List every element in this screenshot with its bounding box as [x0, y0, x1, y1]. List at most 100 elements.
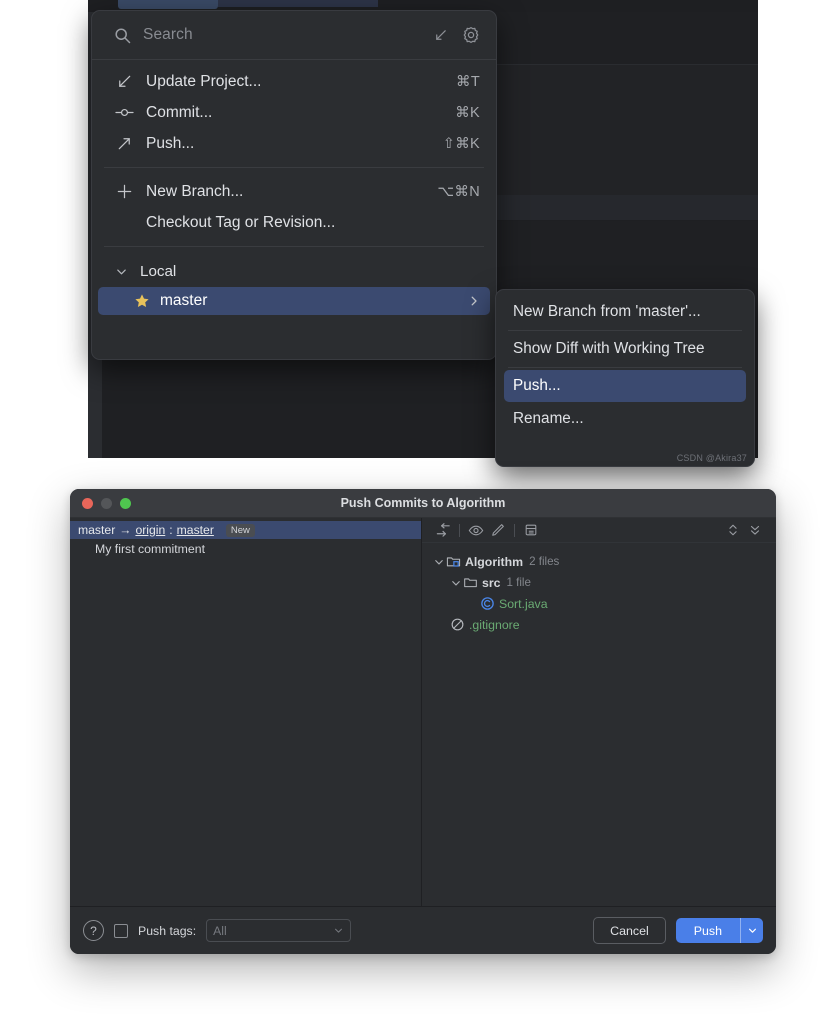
push-tags-select[interactable]: All	[206, 919, 352, 942]
diagonal-arrow-icon[interactable]	[429, 24, 451, 46]
menu-item-label: New Branch...	[146, 182, 244, 200]
menu-item-label: Push...	[146, 134, 195, 152]
local-branches-section: Local master	[92, 249, 496, 321]
push-tags-label: Push tags:	[138, 923, 197, 938]
separator-glyph: :	[169, 523, 173, 537]
ide-toolwindow-tab-secondary	[218, 0, 378, 7]
menu-item-shortcut: ⇧⌘K	[442, 135, 480, 152]
zoom-window-button[interactable]	[120, 497, 131, 509]
submenu-item-new-branch-from-master[interactable]: New Branch from 'master'...	[504, 296, 746, 328]
branch-search-input[interactable]: Search	[143, 26, 420, 44]
new-badge: New	[225, 523, 255, 537]
dialog-body: master → origin : master New My first co…	[70, 518, 776, 906]
menu-item-shortcut: ⌥⌘N	[437, 183, 480, 200]
menu-divider	[104, 246, 484, 247]
push-tags-checkbox[interactable]	[114, 923, 128, 938]
toolbar-separator	[514, 523, 515, 537]
push-arrow-icon	[114, 135, 134, 153]
submenu-item-label: New Branch from 'master'...	[513, 303, 701, 320]
branch-search-row[interactable]: Search	[92, 11, 496, 60]
submenu-item-rename[interactable]: Rename...	[504, 403, 746, 435]
tree-node-name: src	[482, 575, 501, 590]
menu-divider	[508, 367, 742, 368]
menu-item-label: Update Project...	[146, 72, 262, 90]
group-label: Local	[140, 263, 177, 280]
chevron-right-icon	[468, 295, 480, 307]
push-tags-select-value: All	[213, 923, 227, 938]
changed-files-tree: Algorithm 2 files src 1 file Sort.java .…	[422, 543, 776, 906]
commit-icon	[114, 104, 134, 122]
group-header-local[interactable]: Local	[92, 258, 496, 285]
arrow-glyph: →	[119, 523, 132, 537]
tree-node-name: Algorithm	[465, 554, 524, 569]
tree-node-count: 2 files	[529, 555, 560, 568]
submenu-item-label: Rename...	[513, 410, 584, 427]
branch-row-master[interactable]: master	[98, 287, 490, 315]
java-class-icon	[479, 596, 495, 612]
menu-item-shortcut: ⌘K	[455, 104, 480, 121]
files-pane: Algorithm 2 files src 1 file Sort.java .…	[422, 518, 776, 906]
minimize-window-button[interactable]	[101, 497, 112, 509]
tree-row[interactable]: Sort.java	[422, 593, 776, 614]
collapse-all-icon[interactable]	[744, 521, 766, 539]
push-spec-row[interactable]: master → origin : master New	[70, 521, 421, 539]
push-split-button: Push	[675, 918, 763, 943]
push-commits-dialog: Push Commits to Algorithm master → origi…	[70, 489, 776, 954]
gear-icon[interactable]	[460, 24, 482, 46]
module-folder-icon	[445, 554, 461, 570]
menu-item-push[interactable]: Push... ⇧⌘K	[92, 128, 496, 159]
update-project-icon	[114, 73, 134, 91]
dialog-title: Push Commits to Algorithm	[340, 496, 506, 510]
submenu-item-push[interactable]: Push...	[504, 370, 746, 402]
branch-actions-section: New Branch... ⌥⌘N Checkout Tag or Revisi…	[92, 170, 496, 244]
preview-eye-icon[interactable]	[465, 521, 487, 539]
tree-node-count: 1 file	[506, 576, 531, 589]
close-window-button[interactable]	[82, 497, 93, 509]
push-button[interactable]: Push	[676, 918, 740, 943]
help-button[interactable]: ?	[83, 920, 104, 941]
menu-item-update-project[interactable]: Update Project... ⌘T	[92, 66, 496, 97]
submenu-item-show-diff-with-working-tree[interactable]: Show Diff with Working Tree	[504, 333, 746, 365]
target-branch[interactable]: master	[177, 523, 214, 537]
commit-list-item[interactable]: My first commitment	[70, 539, 421, 556]
menu-item-label: Commit...	[146, 103, 213, 121]
menu-divider	[104, 167, 484, 168]
toolbar-separator	[459, 523, 460, 537]
commits-pane: master → origin : master New My first co…	[70, 518, 422, 906]
menu-divider	[508, 330, 742, 331]
ide-toolwindow-tab	[118, 0, 218, 9]
git-branches-popup: Search Update Project... ⌘T Commit... ⌘K…	[91, 10, 497, 360]
files-toolbar	[422, 518, 776, 543]
watermark: CSDN @Akira37	[676, 453, 747, 463]
gitignore-icon	[449, 617, 465, 633]
chevron-down-icon[interactable]	[741, 918, 763, 943]
menu-item-commit[interactable]: Commit... ⌘K	[92, 97, 496, 128]
tree-node-name: .gitignore	[469, 617, 520, 632]
tree-row[interactable]: .gitignore	[422, 614, 776, 635]
tree-row[interactable]: Algorithm 2 files	[422, 551, 776, 572]
folder-icon	[462, 575, 478, 591]
plus-icon	[114, 183, 134, 201]
branch-context-submenu: New Branch from 'master'... Show Diff wi…	[495, 289, 755, 467]
screenshot-root: Search Update Project... ⌘T Commit... ⌘K…	[0, 0, 826, 1024]
menu-item-checkout-tag-or-revision[interactable]: Checkout Tag or Revision...	[92, 207, 496, 238]
menu-item-label: Checkout Tag or Revision...	[146, 213, 336, 231]
tree-row[interactable]: src 1 file	[422, 572, 776, 593]
remote-name[interactable]: origin	[135, 523, 165, 537]
chevron-down-icon[interactable]	[449, 576, 462, 589]
collapse-arrow-icon[interactable]	[432, 521, 454, 539]
submenu-item-label: Push...	[513, 377, 561, 394]
chevron-down-icon	[333, 925, 344, 936]
expand-collapse-icon[interactable]	[722, 521, 744, 539]
group-by-icon[interactable]	[520, 521, 542, 539]
vcs-actions-section: Update Project... ⌘T Commit... ⌘K Push..…	[92, 60, 496, 165]
chevron-down-icon	[114, 265, 128, 279]
cancel-button[interactable]: Cancel	[593, 917, 666, 944]
menu-item-new-branch[interactable]: New Branch... ⌥⌘N	[92, 176, 496, 207]
dialog-footer: ? Push tags: All Cancel Push	[70, 906, 776, 954]
chevron-down-icon[interactable]	[432, 555, 445, 568]
source-branch: master	[78, 523, 116, 537]
submenu-item-label: Show Diff with Working Tree	[513, 340, 705, 357]
search-icon	[114, 27, 131, 44]
edit-pencil-icon[interactable]	[487, 521, 509, 539]
